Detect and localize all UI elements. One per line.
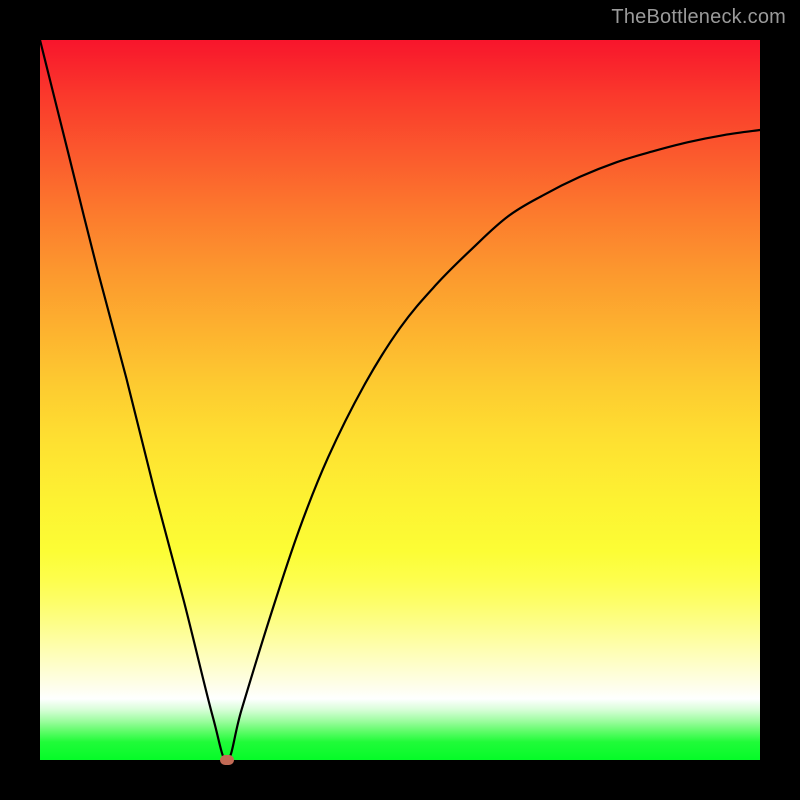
vertex-marker: [220, 755, 234, 765]
curve-svg: [40, 40, 760, 760]
chart-frame: TheBottleneck.com: [0, 0, 800, 800]
watermark-text: TheBottleneck.com: [611, 6, 786, 29]
plot-area: [40, 40, 760, 760]
bottleneck-curve: [40, 40, 760, 760]
